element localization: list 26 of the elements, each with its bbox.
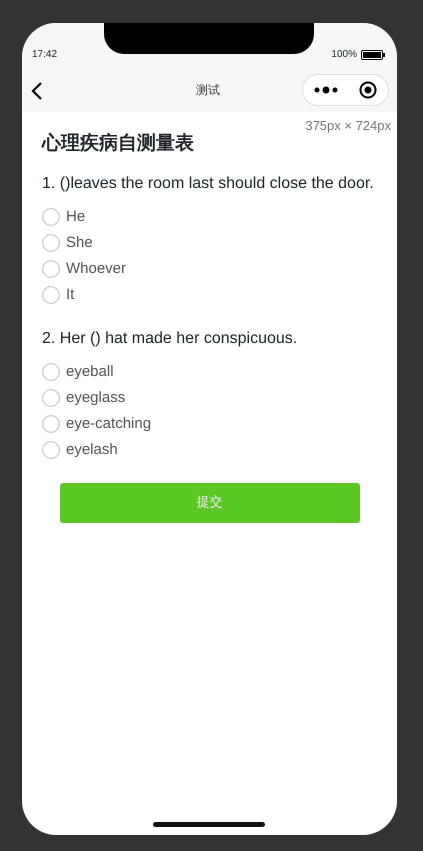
close-icon[interactable] (359, 81, 378, 99)
radio-icon[interactable] (42, 234, 60, 252)
radio-option[interactable]: Whoever (42, 256, 126, 282)
radio-option[interactable]: eyeball (42, 358, 114, 385)
radio-option[interactable]: eyeglass (42, 384, 126, 411)
size-label: 375px × 724px (305, 117, 391, 135)
radio-option[interactable]: It (42, 282, 74, 308)
radio-icon[interactable] (42, 440, 60, 459)
battery-icon (361, 50, 385, 60)
more-icon[interactable] (314, 86, 338, 94)
radio-icon[interactable] (42, 208, 60, 226)
radio-option[interactable]: She (42, 230, 93, 256)
radio-option[interactable]: eye-catching (42, 410, 152, 437)
radio-icon[interactable] (42, 388, 60, 407)
question-text: 2. Her () hat made her conspicuous. (42, 328, 298, 349)
battery-percent: 100% (331, 48, 357, 62)
radio-icon[interactable] (42, 286, 60, 304)
radio-option[interactable]: eyelash (42, 436, 118, 463)
radio-icon[interactable] (42, 362, 60, 381)
radio-option[interactable]: He (42, 204, 86, 230)
radio-icon[interactable] (42, 260, 60, 278)
page-title: 心理疾病自测量表 (42, 132, 195, 155)
status-time: 17:42 (32, 48, 58, 62)
radio-icon[interactable] (42, 414, 60, 433)
nav-title: 测试 (195, 82, 221, 99)
question-text: 1. ()leaves the room last should close the door. (42, 174, 375, 194)
